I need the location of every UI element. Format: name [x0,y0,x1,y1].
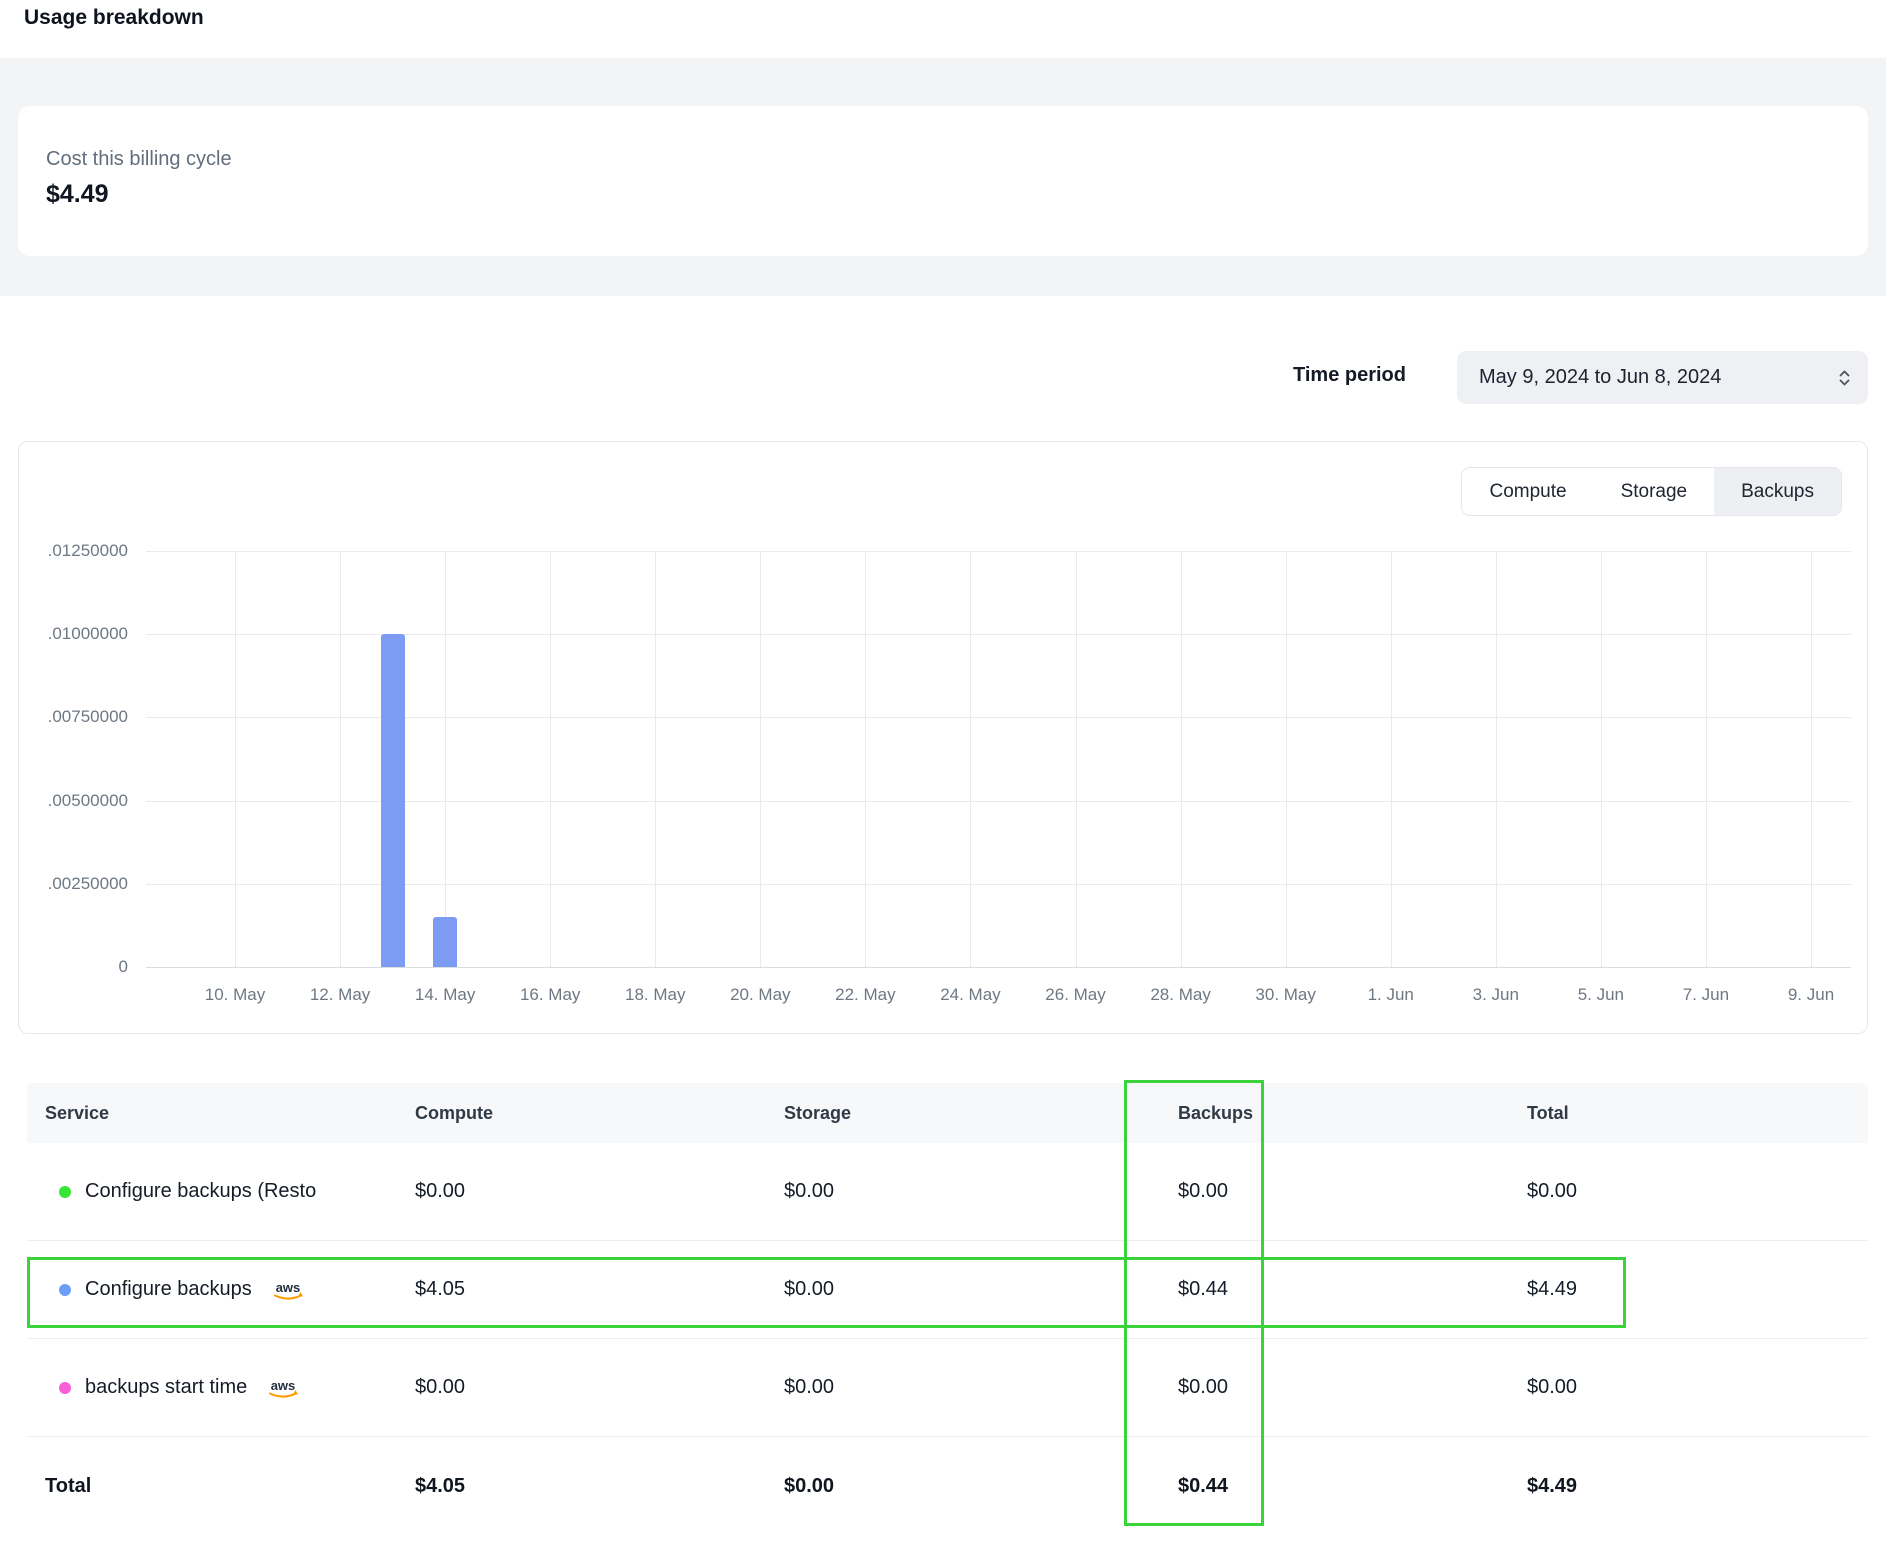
service-cell: Configure backups (Resto [27,1180,415,1203]
cell-compute: $0.00 [415,1376,784,1399]
service-dot [59,1284,71,1296]
table-row: backups start timeaws$0.00$0.00$0.00$0.0… [27,1339,1868,1437]
column-header-compute: Compute [415,1103,784,1124]
chart-tabs: ComputeStorageBackups [1461,467,1842,516]
usage-table: ServiceComputeStorageBackupsTotalConfigu… [27,1083,1868,1535]
gridline-vertical [1391,551,1392,967]
gridline-vertical [865,551,866,967]
service-dot [59,1382,71,1394]
y-axis-label: .01250000 [19,541,128,561]
y-axis-label: .01000000 [19,624,128,644]
gridline-vertical [1181,551,1182,967]
chevron-updown-icon [1837,366,1852,390]
gridline-vertical [1601,551,1602,967]
total-cell-total: $4.49 [1527,1475,1868,1498]
cell-backups: $0.44 [1178,1278,1527,1301]
cost-card-value: $4.49 [46,180,109,209]
svg-text:aws: aws [271,1378,296,1393]
cell-total: $0.00 [1527,1376,1868,1399]
y-axis-label: .00750000 [19,707,128,727]
tab-storage[interactable]: Storage [1594,468,1715,515]
service-label: Configure backups [85,1278,252,1301]
service-label: backups start time [85,1376,247,1399]
column-header-storage: Storage [784,1103,1178,1124]
service-cell: Configure backups aws [27,1276,415,1303]
gridline-vertical [550,551,551,967]
cost-section: Cost this billing cycle $4.49 [0,58,1886,296]
chart-plot [146,551,1851,967]
column-header-total: Total [1527,1103,1868,1124]
cell-storage: $0.00 [784,1376,1178,1399]
time-period-label: Time period [1293,364,1406,387]
chart-bar[interactable] [433,917,457,967]
svg-text:aws: aws [275,1280,300,1295]
y-axis-label: .00250000 [19,874,128,894]
gridline-vertical [1076,551,1077,967]
y-axis-label: 0 [19,957,128,977]
total-cell-backups: $0.44 [1178,1475,1527,1498]
cost-card: Cost this billing cycle $4.49 [18,106,1868,256]
cell-total: $4.49 [1527,1278,1868,1301]
cost-card-label: Cost this billing cycle [46,148,232,171]
cell-storage: $0.00 [784,1278,1178,1301]
tab-backups[interactable]: Backups [1714,468,1841,515]
service-label: Configure backups (Resto [85,1180,316,1203]
gridline-vertical [235,551,236,967]
time-period-select[interactable]: May 9, 2024 to Jun 8, 2024 [1457,351,1868,404]
cell-compute: $0.00 [415,1180,784,1203]
table-row: Configure backups (Resto$0.00$0.00$0.00$… [27,1143,1868,1241]
page-title: Usage breakdown [24,6,204,30]
table-total-row: Total$4.05$0.00$0.44$4.49 [27,1437,1868,1535]
cell-storage: $0.00 [784,1180,1178,1203]
cell-backups: $0.00 [1178,1376,1527,1399]
total-label: Total [27,1475,415,1498]
gridline-vertical [655,551,656,967]
time-period-value: May 9, 2024 to Jun 8, 2024 [1479,366,1837,389]
tab-compute[interactable]: Compute [1462,468,1593,515]
column-header-service: Service [27,1103,415,1124]
y-axis-label: .00500000 [19,791,128,811]
gridline-vertical [1496,551,1497,967]
gridline-vertical [760,551,761,967]
service-dot [59,1186,71,1198]
gridline-vertical [1706,551,1707,967]
gridline-vertical [445,551,446,967]
aws-logo-icon: aws [270,1280,306,1303]
total-cell-storage: $0.00 [784,1475,1178,1498]
gridline-vertical [1286,551,1287,967]
total-cell-compute: $4.05 [415,1475,784,1498]
x-axis-label: 9. Jun [1746,985,1876,1005]
gridline-horizontal [146,967,1851,968]
gridline-horizontal [146,551,1851,552]
cell-total: $0.00 [1527,1180,1868,1203]
aws-logo-icon: aws [265,1378,301,1401]
chart-card: ComputeStorageBackups .01250000 .01000000… [18,441,1868,1034]
cell-backups: $0.00 [1178,1180,1527,1203]
gridline-vertical [1811,551,1812,967]
cell-compute: $4.05 [415,1278,784,1301]
chart-bar[interactable] [381,634,405,967]
service-cell: backups start time aws [27,1374,415,1401]
table-row: Configure backups aws $4.05$0.00$0.44$4.49 [27,1241,1868,1339]
table-header: ServiceComputeStorageBackupsTotal [27,1083,1868,1143]
gridline-vertical [340,551,341,967]
gridline-vertical [970,551,971,967]
column-header-backups: Backups [1178,1103,1527,1124]
